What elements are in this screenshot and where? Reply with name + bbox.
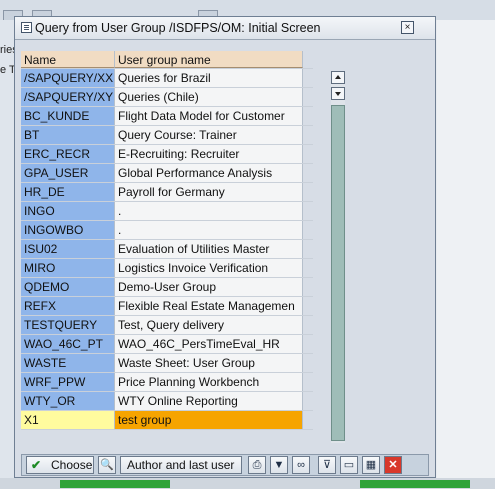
close-button[interactable]: × xyxy=(401,21,414,34)
cell-group-name[interactable]: ERC_RECR xyxy=(21,145,115,163)
table-row[interactable]: ISU02 Evaluation of Utilities Master xyxy=(21,240,313,259)
cell-group-name[interactable]: INGO xyxy=(21,202,115,220)
find-icon[interactable]: 🔍 xyxy=(98,456,116,474)
table-row[interactable]: INGOWBO. xyxy=(21,221,313,240)
table-row[interactable]: BT Query Course: Trainer xyxy=(21,126,313,145)
background-status-strip xyxy=(0,478,495,489)
vertical-scrollbar[interactable] xyxy=(331,71,345,443)
author-and-last-user-button[interactable]: Author and last user xyxy=(120,456,242,474)
cancel-icon[interactable]: ✕ xyxy=(384,456,402,474)
cell-group-description[interactable]: Queries (Chile) xyxy=(115,88,303,106)
table-grid-icon[interactable]: ▦ xyxy=(362,456,380,474)
table-row[interactable]: /SAPQUERY/XX Queries for Brazil xyxy=(21,69,313,88)
filter-icon[interactable]: ▼ xyxy=(270,456,288,474)
query-dialog: Query from User Group /ISDFPS/OM: Initia… xyxy=(14,16,436,478)
cell-group-name[interactable]: GPA_USER xyxy=(21,164,115,182)
cell-group-name[interactable]: WASTE xyxy=(21,354,115,372)
scroll-down-button[interactable] xyxy=(331,87,345,100)
table-row[interactable]: /SAPQUERY/XY Queries (Chile) xyxy=(21,88,313,107)
table-header: Name User group name xyxy=(21,51,313,69)
table-row[interactable]: WAO_46C_PT WAO_46C_PersTimeEval_HR xyxy=(21,335,313,354)
column-header-name[interactable]: Name xyxy=(21,51,115,68)
table-row[interactable]: GPA_USER Global Performance Analysis xyxy=(21,164,313,183)
cell-group-name[interactable]: HR_DE xyxy=(21,183,115,201)
table-row[interactable]: INGO. xyxy=(21,202,313,221)
cell-group-description[interactable]: Evaluation of Utilities Master xyxy=(115,240,303,258)
cell-group-description[interactable]: E-Recruiting: Recruiter xyxy=(115,145,303,163)
cell-group-description[interactable]: Queries for Brazil xyxy=(115,69,303,87)
dialog-title: Query from User Group /ISDFPS/OM: Initia… xyxy=(35,21,321,35)
table-row[interactable]: X1 test group xyxy=(21,411,313,430)
table-row[interactable]: WASTE Waste Sheet: User Group xyxy=(21,354,313,373)
cell-group-name[interactable]: INGOWBO xyxy=(21,221,115,239)
cell-group-description[interactable]: Global Performance Analysis xyxy=(115,164,303,182)
user-group-table: Name User group name /SAPQUERY/XX Queries… xyxy=(21,51,313,430)
background-area xyxy=(437,20,495,480)
table-row[interactable]: QDEMO Demo-User Group xyxy=(21,278,313,297)
cell-group-description[interactable]: Flexible Real Estate Managemen xyxy=(115,297,303,315)
cell-group-description[interactable]: Flight Data Model for Customer xyxy=(115,107,303,125)
cell-group-description[interactable]: Logistics Invoice Verification xyxy=(115,259,303,277)
cell-group-name[interactable]: REFX xyxy=(21,297,115,315)
choose-button[interactable]: ✔ Choose xyxy=(26,456,94,474)
cell-group-name[interactable]: X1 xyxy=(21,411,115,429)
cell-group-description[interactable]: Waste Sheet: User Group xyxy=(115,354,303,372)
dialog-icon xyxy=(21,22,32,33)
document-icon[interactable]: ▭ xyxy=(340,456,358,474)
cell-group-name[interactable]: WTY_OR xyxy=(21,392,115,410)
cell-group-name[interactable]: QDEMO xyxy=(21,278,115,296)
cell-group-description[interactable]: Price Planning Workbench xyxy=(115,373,303,391)
table-row[interactable]: WTY_OR WTY Online Reporting xyxy=(21,392,313,411)
cell-group-description[interactable]: WAO_46C_PersTimeEval_HR xyxy=(115,335,303,353)
binoculars-icon[interactable]: ∞ xyxy=(292,456,310,474)
cell-group-name[interactable]: /SAPQUERY/XY xyxy=(21,88,115,106)
cell-group-name[interactable]: MIRO xyxy=(21,259,115,277)
table-row[interactable]: REFX Flexible Real Estate Managemen xyxy=(21,297,313,316)
cell-group-name[interactable]: BC_KUNDE xyxy=(21,107,115,125)
table-row[interactable]: WRF_PPW Price Planning Workbench xyxy=(21,373,313,392)
choose-label: Choose xyxy=(51,458,93,472)
table-row[interactable]: MIRO Logistics Invoice Verification xyxy=(21,259,313,278)
cell-group-description[interactable]: WTY Online Reporting xyxy=(115,392,303,410)
print-icon[interactable]: ⎙ xyxy=(248,456,266,474)
dialog-toolbar: ✔ Choose 🔍 Author and last user ⎙ ▼ ∞ ⊽ … xyxy=(21,454,429,476)
cell-group-description[interactable]: . xyxy=(115,202,303,220)
cell-group-description[interactable]: Payroll for Germany xyxy=(115,183,303,201)
table-row[interactable]: ERC_RECR E-Recruiting: Recruiter xyxy=(21,145,313,164)
cell-group-description[interactable]: . xyxy=(115,221,303,239)
table-row[interactable]: TESTQUERY Test, Query delivery xyxy=(21,316,313,335)
dialog-titlebar[interactable]: Query from User Group /ISDFPS/OM: Initia… xyxy=(15,17,435,40)
cell-group-description[interactable]: test group xyxy=(115,411,303,429)
scroll-thumb[interactable] xyxy=(331,105,345,441)
cell-group-name[interactable]: WRF_PPW xyxy=(21,373,115,391)
check-icon: ✔ xyxy=(31,458,42,472)
cell-group-name[interactable]: BT xyxy=(21,126,115,144)
table-row[interactable]: HR_DE Payroll for Germany xyxy=(21,183,313,202)
cell-group-description[interactable]: Demo-User Group xyxy=(115,278,303,296)
set-filter-icon[interactable]: ⊽ xyxy=(318,456,336,474)
scroll-up-button[interactable] xyxy=(331,71,345,84)
cell-group-description[interactable]: Test, Query delivery xyxy=(115,316,303,334)
table-row[interactable]: BC_KUNDE Flight Data Model for Customer xyxy=(21,107,313,126)
cell-group-name[interactable]: WAO_46C_PT xyxy=(21,335,115,353)
cell-group-name[interactable]: TESTQUERY xyxy=(21,316,115,334)
cell-group-name[interactable]: /SAPQUERY/XX xyxy=(21,69,115,87)
cell-group-description[interactable]: Query Course: Trainer xyxy=(115,126,303,144)
column-header-user-group-name[interactable]: User group name xyxy=(115,51,303,68)
cell-group-name[interactable]: ISU02 xyxy=(21,240,115,258)
